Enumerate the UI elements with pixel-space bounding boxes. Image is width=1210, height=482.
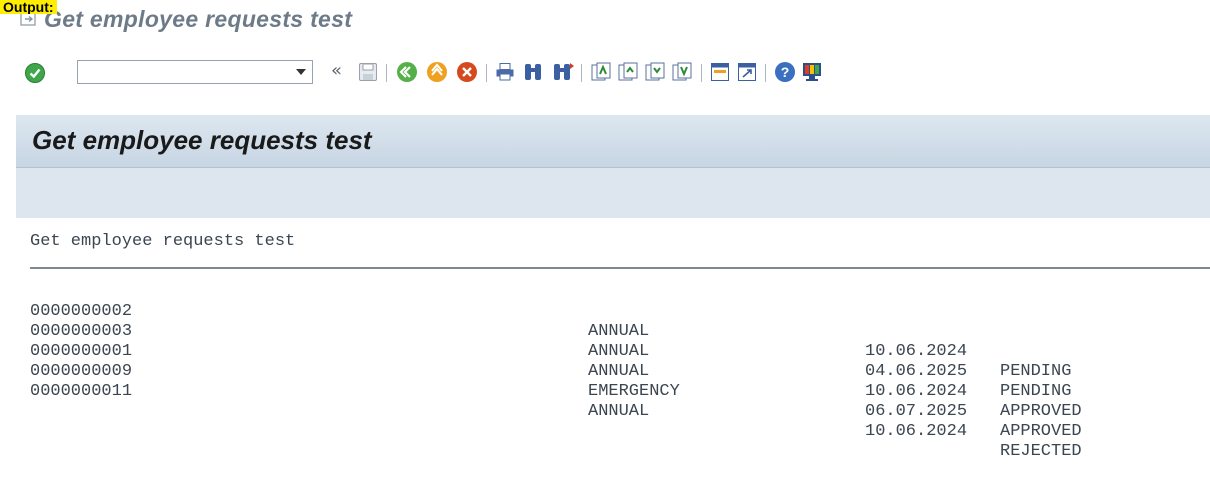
list-output: Get employee requests test 0000000002 AN… [16,218,1210,461]
cancel-icon[interactable] [456,61,478,88]
application-toolbar [16,168,1210,218]
content-header: Get employee requests test [16,115,1210,168]
list-row: 0000000002 ANNUAL 10.06.2024 PENDING [30,282,1210,381]
exit-icon[interactable] [426,61,448,88]
toolbar-separator [386,64,387,82]
shortcut-icon[interactable] [737,62,757,87]
list-header: Get employee requests test [30,232,296,251]
toolbar-separator [701,64,702,82]
window-title: Get employee requests test [44,6,353,32]
chevron-down-icon[interactable] [296,69,306,75]
request-type: EMERGENCY [588,382,680,401]
list-row: 0000000011 ANNUAL 10.06.2024 REJECTED [30,362,1210,461]
help-icon[interactable]: ? [774,61,796,88]
last-page-icon[interactable] [671,62,693,87]
request-type: ANNUAL [588,402,650,421]
request-id: 0000000011 [30,382,133,401]
find-next-icon[interactable] [551,62,575,87]
command-field[interactable] [77,60,313,84]
toolbar-separator [765,64,766,82]
customize-layout-icon[interactable] [801,61,823,88]
report-content: Get employee requests test Get employee … [16,115,1210,461]
request-status: PENDING [1000,382,1072,401]
request-date: 06.07.2025 [865,402,968,421]
request-status: REJECTED [1000,442,1082,461]
list-row: 0000000009 EMERGENCY 06.07.2025 APPROVED [30,342,1210,441]
command-input[interactable] [82,62,286,84]
window-menu-icon[interactable] [20,12,36,26]
request-date: 10.06.2024 [865,422,968,441]
print-icon[interactable] [495,62,515,87]
page-title: Get employee requests test [32,125,372,155]
divider [30,267,1210,269]
toolbar-separator [486,64,487,82]
output-highlight-label: Output: [0,0,57,14]
request-status: APPROVED [1000,402,1082,421]
list-row: 0000000003 ANNUAL 04.06.2025 PENDING [30,302,1210,401]
list-rows: 0000000002 ANNUAL 10.06.2024 PENDING 000… [30,282,1210,461]
toolbar-separator [581,64,582,82]
next-page-icon[interactable] [644,62,666,87]
save-icon[interactable] [358,62,378,87]
list-row: 0000000001 ANNUAL 10.06.2024 APPROVED [30,322,1210,421]
back-icon[interactable] [396,61,418,88]
previous-page-icon[interactable] [617,62,639,87]
first-page-icon[interactable] [590,62,612,87]
system-toolbar: « ? [0,50,1210,98]
back-double-arrow-icon[interactable]: « [331,60,342,81]
svg-text:?: ? [781,64,790,80]
create-session-icon[interactable] [710,62,730,87]
request-date: 10.06.2024 [865,382,968,401]
window-title-bar: Get employee requests test [0,0,1210,44]
request-status: APPROVED [1000,422,1082,441]
find-icon[interactable] [522,62,544,87]
enter-check-icon[interactable] [24,62,46,89]
